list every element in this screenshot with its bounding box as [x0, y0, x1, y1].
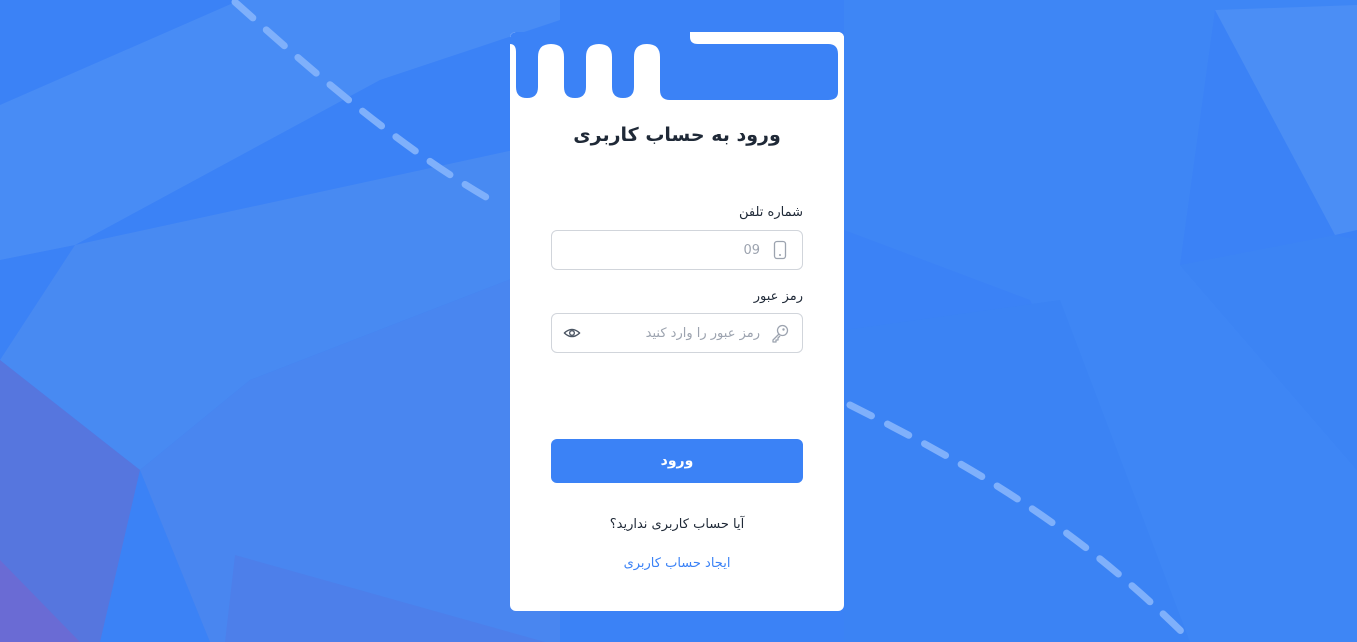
phone-field-wrapper[interactable]	[551, 230, 803, 270]
mobile-phone-icon	[773, 240, 787, 260]
password-label: رمز عبور	[753, 289, 803, 304]
password-input[interactable]	[590, 314, 760, 352]
phone-label: شماره تلفن	[739, 205, 803, 220]
eye-icon[interactable]	[563, 324, 581, 342]
page-title: ورود به حساب کاربری	[573, 124, 781, 146]
password-field-wrapper[interactable]	[551, 313, 803, 353]
phone-input[interactable]	[570, 231, 760, 269]
card-decoration	[510, 32, 844, 112]
key-icon	[772, 324, 789, 343]
login-card: ورود به حساب کاربری شماره تلفن رمز عبور …	[510, 32, 844, 611]
no-account-text: آیا حساب کاربری ندارید؟	[609, 517, 745, 532]
create-account-link[interactable]: ایجاد حساب کاربری	[510, 556, 844, 571]
login-submit-button[interactable]: ورود	[551, 439, 803, 483]
